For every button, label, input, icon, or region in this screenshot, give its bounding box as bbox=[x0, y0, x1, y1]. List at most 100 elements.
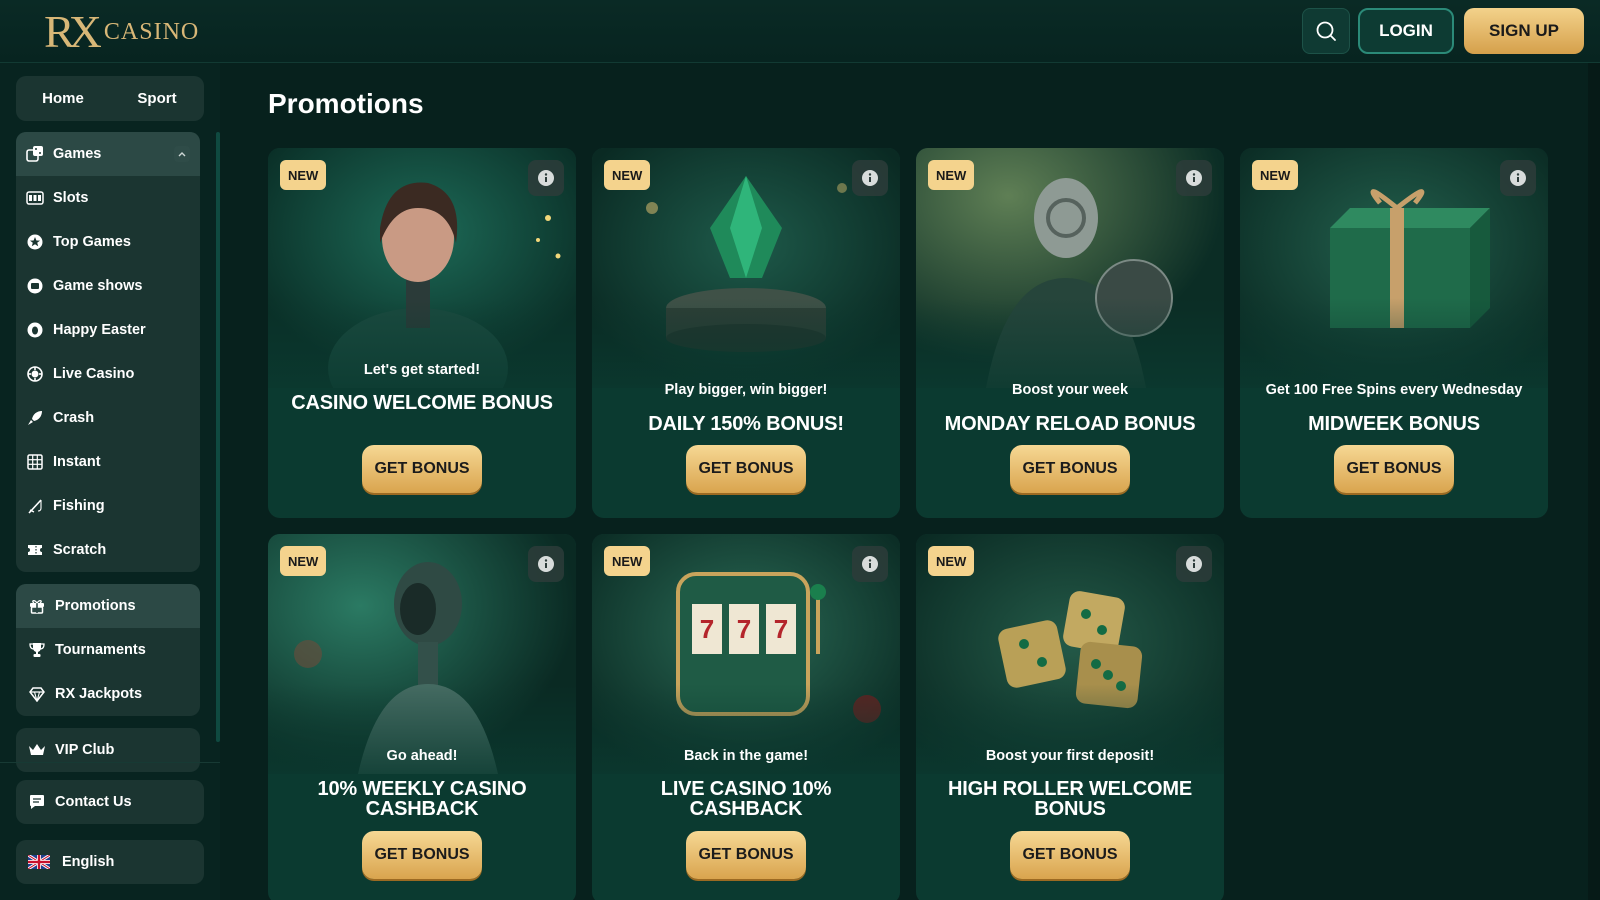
tab-home[interactable]: Home bbox=[16, 90, 110, 107]
get-bonus-button[interactable]: GET BONUS bbox=[362, 445, 482, 493]
get-bonus-button[interactable]: GET BONUS bbox=[1010, 831, 1130, 879]
tab-sport[interactable]: Sport bbox=[110, 90, 204, 107]
vip-menu: VIP Club bbox=[16, 728, 200, 772]
sidebar-item-rx-jackpots[interactable]: RX Jackpots bbox=[16, 672, 200, 716]
sidebar-item-label: Scratch bbox=[53, 542, 107, 558]
svg-text:7: 7 bbox=[700, 614, 714, 644]
sidebar-item-live-casino[interactable]: Live Casino bbox=[16, 352, 200, 396]
signup-button[interactable]: SIGN UP bbox=[1464, 8, 1584, 54]
new-badge: NEW bbox=[604, 160, 651, 190]
promo-card[interactable]: NEW Boost your first deposit! HIGH ROLLE… bbox=[916, 534, 1224, 900]
rx-casino-logo[interactable]: RX CASINO bbox=[44, 6, 199, 56]
sidebar-item-label: Top Games bbox=[53, 234, 131, 250]
get-bonus-button[interactable]: GET BONUS bbox=[686, 831, 806, 879]
new-badge: NEW bbox=[280, 160, 327, 190]
promo-title: DAILY 150% BONUS! bbox=[648, 413, 844, 435]
info-icon bbox=[538, 556, 554, 572]
gift-icon bbox=[28, 597, 46, 615]
rocket-icon bbox=[26, 409, 44, 427]
promo-title: MIDWEEK BONUS bbox=[1308, 413, 1480, 435]
page-title: Promotions bbox=[268, 88, 424, 119]
get-bonus-button[interactable]: GET BONUS bbox=[362, 831, 482, 879]
sidebar-item-happy-easter[interactable]: Happy Easter bbox=[16, 308, 200, 352]
sidebar-item-fishing[interactable]: Fishing bbox=[16, 484, 200, 528]
sidebar-item-instant[interactable]: Instant bbox=[16, 440, 200, 484]
grid-icon bbox=[26, 453, 44, 471]
sidebar-item-scratch[interactable]: Scratch bbox=[16, 528, 200, 572]
tv-icon bbox=[26, 277, 44, 295]
sidebar-scrollbar[interactable] bbox=[216, 132, 220, 742]
language-selector[interactable]: English bbox=[16, 840, 204, 884]
promo-subtitle: Boost your week bbox=[1011, 382, 1129, 398]
info-icon bbox=[862, 556, 878, 572]
new-badge: NEW bbox=[1252, 160, 1299, 190]
info-icon bbox=[1186, 170, 1202, 186]
star-icon bbox=[26, 233, 44, 251]
login-button[interactable]: LOGIN bbox=[1358, 8, 1454, 54]
chip-icon bbox=[26, 365, 44, 383]
sidebar-item-label: Crash bbox=[53, 410, 95, 426]
sidebar-item-vip-club[interactable]: VIP Club bbox=[16, 728, 200, 772]
info-button[interactable] bbox=[1500, 160, 1536, 196]
crown-icon bbox=[28, 741, 46, 759]
chat-icon bbox=[28, 793, 46, 811]
sidebar-item-label: Fishing bbox=[53, 498, 105, 514]
sidebar-item-label: Instant bbox=[53, 454, 101, 470]
dice-icon bbox=[26, 145, 44, 163]
sidebar-item-label: Games bbox=[53, 146, 102, 162]
sidebar-item-game-shows[interactable]: Game shows bbox=[16, 264, 200, 308]
sidebar-item-label: Promotions bbox=[55, 598, 136, 614]
sidebar-item-games[interactable]: Games bbox=[16, 132, 200, 176]
search-button[interactable] bbox=[1302, 8, 1350, 54]
promo-subtitle: Back in the game! bbox=[683, 748, 809, 764]
sidebar-item-label: Slots bbox=[53, 190, 89, 206]
info-button[interactable] bbox=[1176, 546, 1212, 582]
promo-card[interactable]: NEW Get 100 Free Spins every Wednesday M… bbox=[1240, 148, 1548, 518]
trophy-icon bbox=[28, 641, 46, 659]
diamond-icon bbox=[28, 685, 46, 703]
promotions-menu: Promotions Tournaments RX Jackpots bbox=[16, 584, 200, 716]
games-menu: Games Slots Top Games Game shows Happy E… bbox=[16, 132, 200, 572]
sidebar-item-label: Game shows bbox=[53, 278, 143, 294]
svg-text:7: 7 bbox=[737, 614, 751, 644]
promo-title: LIVE CASINO 10% CASHBACK bbox=[660, 778, 832, 820]
promo-title: HIGH ROLLER WELCOME BONUS bbox=[948, 778, 1192, 820]
contact-us-label: Contact Us bbox=[55, 794, 132, 810]
promo-subtitle: Get 100 Free Spins every Wednesday bbox=[1265, 382, 1523, 398]
promo-card[interactable]: NEW Go ahead! 10% WEEKLY CASINO CASHBACK… bbox=[268, 534, 576, 900]
sidebar-item-slots[interactable]: Slots bbox=[16, 176, 200, 220]
sidebar-item-promotions[interactable]: Promotions bbox=[16, 584, 200, 628]
sidebar-item-top-games[interactable]: Top Games bbox=[16, 220, 200, 264]
logo-mark: RX bbox=[44, 6, 102, 57]
home-sport-switch: Home Sport bbox=[16, 76, 204, 121]
sidebar-item-crash[interactable]: Crash bbox=[16, 396, 200, 440]
promo-card[interactable]: 7 7 7 NEW Back in the game! LIVE CASINO … bbox=[592, 534, 900, 900]
slot-machine-icon bbox=[26, 189, 44, 207]
sidebar-item-label: Live Casino bbox=[53, 366, 135, 382]
info-button[interactable] bbox=[852, 160, 888, 196]
new-badge: NEW bbox=[928, 546, 975, 576]
promo-subtitle: Let's get started! bbox=[363, 362, 481, 378]
get-bonus-button[interactable]: GET BONUS bbox=[686, 445, 806, 493]
fishing-rod-icon bbox=[26, 497, 44, 515]
promo-subtitle: Play bigger, win bigger! bbox=[664, 382, 828, 398]
promo-subtitle: Boost your first deposit! bbox=[985, 748, 1155, 764]
chevron-up-icon[interactable] bbox=[174, 146, 190, 162]
info-button[interactable] bbox=[528, 160, 564, 196]
ticket-icon bbox=[26, 541, 44, 559]
contact-us-button[interactable]: Contact Us bbox=[16, 780, 204, 824]
promo-title: MONDAY RELOAD BONUS bbox=[944, 413, 1196, 435]
info-button[interactable] bbox=[852, 546, 888, 582]
promo-card[interactable]: NEW Play bigger, win bigger! DAILY 150% … bbox=[592, 148, 900, 518]
info-button[interactable] bbox=[1176, 160, 1212, 196]
get-bonus-button[interactable]: GET BONUS bbox=[1334, 445, 1454, 493]
language-item[interactable]: English bbox=[16, 840, 204, 884]
uk-flag-icon bbox=[28, 855, 50, 869]
get-bonus-button[interactable]: GET BONUS bbox=[1010, 445, 1130, 493]
promo-card[interactable]: NEW Let's get started! CASINO WELCOME BO… bbox=[268, 148, 576, 518]
promo-card[interactable]: NEW Boost your week MONDAY RELOAD BONUS … bbox=[916, 148, 1224, 518]
sidebar-item-tournaments[interactable]: Tournaments bbox=[16, 628, 200, 672]
sidebar-item-label: Tournaments bbox=[55, 642, 146, 658]
info-button[interactable] bbox=[528, 546, 564, 582]
sidebar-item-label: RX Jackpots bbox=[55, 686, 143, 702]
